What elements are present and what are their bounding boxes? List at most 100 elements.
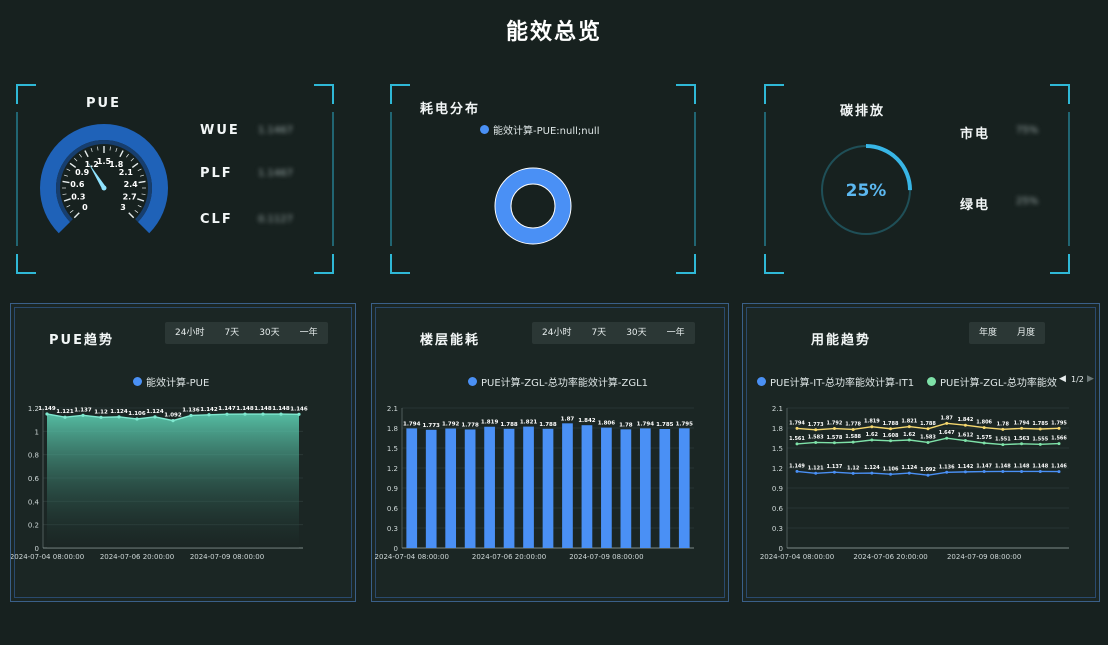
data-label: 1.136 bbox=[182, 407, 200, 413]
data-label: 1.819 bbox=[481, 420, 499, 426]
floor-energy-title: 楼层能耗 bbox=[420, 333, 481, 348]
data-label: 1.794 bbox=[637, 421, 655, 427]
data-point bbox=[63, 415, 67, 419]
gauge-tick bbox=[84, 150, 89, 158]
floor-energy-panel: 楼层能耗 24小时 7天 30天 一年 PUE计算-ZGL-总功率能效计算-ZG… bbox=[371, 303, 729, 602]
tab-year[interactable]: 年度 bbox=[969, 322, 1007, 344]
gauge-tick bbox=[128, 212, 135, 219]
tab-30d[interactable]: 30天 bbox=[249, 322, 289, 344]
bar bbox=[464, 429, 476, 548]
tab-1y[interactable]: 一年 bbox=[657, 322, 695, 344]
gauge-tick bbox=[97, 146, 99, 151]
data-label: 1.092 bbox=[920, 467, 936, 473]
power-donut bbox=[494, 167, 572, 245]
data-label: 1.121 bbox=[808, 465, 824, 471]
gauge-tick bbox=[63, 198, 71, 202]
y-tick-label: 1.2 bbox=[387, 465, 398, 473]
legend-dot bbox=[757, 377, 766, 386]
power-dist-legend[interactable]: 能效计算-PUE:null;null bbox=[480, 122, 599, 137]
gauge-tick bbox=[131, 162, 139, 168]
data-point bbox=[870, 471, 874, 475]
data-label: 1.146 bbox=[290, 406, 308, 412]
tab-30d[interactable]: 30天 bbox=[616, 322, 656, 344]
tab-24h[interactable]: 24小时 bbox=[532, 322, 581, 344]
legend-dot bbox=[480, 125, 489, 134]
legend-prev-icon[interactable]: ◀ bbox=[1059, 374, 1066, 384]
data-label: 1.794 bbox=[789, 420, 805, 426]
data-label: 1.788 bbox=[920, 421, 936, 427]
gauge-tick bbox=[69, 162, 77, 168]
y-tick-label: 1.8 bbox=[387, 425, 398, 433]
gauge-tick bbox=[90, 147, 93, 152]
x-tick-label: 2024-07-09 08:00:00 bbox=[947, 553, 1021, 561]
data-point bbox=[926, 440, 930, 444]
data-point bbox=[889, 427, 893, 431]
data-point bbox=[1057, 442, 1061, 446]
x-tick-label: 2024-07-04 08:00:00 bbox=[11, 553, 84, 561]
plf-label: PLF bbox=[200, 166, 233, 181]
data-point bbox=[1038, 442, 1042, 446]
bar bbox=[425, 429, 437, 548]
y-tick-label: 0 bbox=[779, 545, 783, 553]
data-point bbox=[945, 470, 949, 474]
data-point bbox=[926, 473, 930, 477]
data-point bbox=[261, 412, 265, 416]
legend-dot bbox=[927, 377, 936, 386]
data-label: 1.575 bbox=[976, 435, 992, 441]
tab-7d[interactable]: 7天 bbox=[214, 322, 249, 344]
floor-energy-tabs: 24小时 7天 30天 一年 bbox=[532, 322, 695, 344]
data-label: 1.778 bbox=[845, 421, 861, 427]
data-label: 1.147 bbox=[976, 464, 992, 470]
tab-month[interactable]: 月度 bbox=[1007, 322, 1045, 344]
bar bbox=[406, 428, 418, 548]
data-point bbox=[832, 427, 836, 431]
data-point bbox=[907, 438, 911, 442]
data-label: 1.87 bbox=[561, 416, 575, 422]
bar bbox=[503, 428, 515, 548]
data-label: 1.62 bbox=[903, 432, 916, 438]
data-point bbox=[99, 415, 103, 419]
data-point bbox=[1038, 427, 1042, 431]
gauge-tick bbox=[66, 204, 71, 208]
data-label: 1.124 bbox=[864, 465, 880, 471]
data-point bbox=[243, 412, 247, 416]
data-point bbox=[45, 412, 49, 416]
tab-1y[interactable]: 一年 bbox=[290, 322, 328, 344]
data-point bbox=[1057, 426, 1061, 430]
data-point bbox=[870, 425, 874, 429]
data-point bbox=[889, 472, 893, 476]
data-point bbox=[814, 471, 818, 475]
data-label: 1.62 bbox=[866, 432, 879, 438]
data-label: 1.137 bbox=[827, 464, 843, 470]
gauge-tick bbox=[141, 193, 146, 195]
data-label: 1.588 bbox=[845, 434, 861, 440]
gauge-tick bbox=[73, 212, 80, 219]
tab-7d[interactable]: 7天 bbox=[581, 322, 616, 344]
wue-value: 1.1467 bbox=[258, 125, 293, 136]
legend-next-icon[interactable]: ▶ bbox=[1087, 374, 1094, 384]
gauge-tick bbox=[134, 210, 139, 213]
bar bbox=[581, 425, 593, 548]
legend-label: PUE计算-IT-总功率能效计算-IT1 bbox=[770, 378, 915, 389]
gauge-tick bbox=[115, 147, 118, 152]
gauge-tick-label: 3 bbox=[120, 203, 126, 212]
energy-trend-chart: 0 0.3 0.6 0.9 1.2 1.5 1.8 2.1 1.149 1.121 1.137 1.1… bbox=[760, 405, 1069, 561]
data-label: 1.583 bbox=[808, 434, 824, 440]
floor-energy-legend[interactable]: PUE计算-ZGL-总功率能效计算-ZGL1 bbox=[468, 374, 648, 389]
gauge-tick bbox=[69, 210, 74, 213]
pue-trend-legend[interactable]: 能效计算-PUE bbox=[133, 374, 209, 389]
y-tick-label: 0.8 bbox=[28, 452, 39, 460]
data-point bbox=[171, 419, 175, 423]
energy-trend-legend-1[interactable]: PUE计算-IT-总功率能效计算-IT1 bbox=[757, 374, 914, 389]
tab-24h[interactable]: 24小时 bbox=[165, 322, 214, 344]
data-point bbox=[1001, 427, 1005, 431]
data-label: 1.78 bbox=[997, 421, 1010, 427]
legend-label: 能效计算-PUE bbox=[146, 378, 210, 389]
pue-title: PUE bbox=[86, 96, 121, 111]
gauge-tick bbox=[62, 193, 67, 195]
data-point bbox=[832, 470, 836, 474]
y-tick-label: 1 bbox=[35, 428, 39, 436]
bar bbox=[562, 423, 573, 548]
energy-trend-legend-2[interactable]: PUE计算-ZGL-总功率能效 bbox=[927, 374, 1057, 389]
energy-trend-title: 用能趋势 bbox=[811, 333, 872, 348]
